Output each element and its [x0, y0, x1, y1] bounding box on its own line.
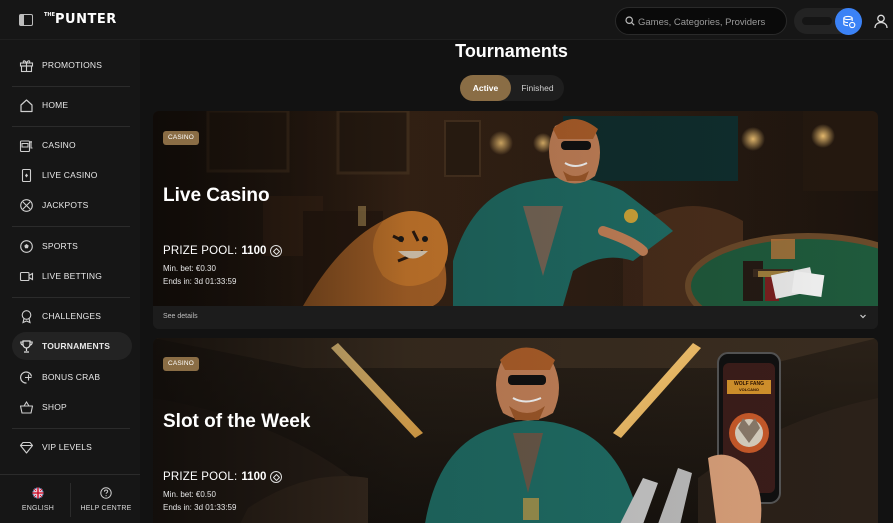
prize-pool: PRIZE POOL: 1100 — [163, 471, 283, 483]
sidebar-item-label: TOURNAMENTS — [42, 341, 111, 351]
home-icon — [18, 97, 34, 113]
see-details-link[interactable]: See details — [163, 313, 198, 320]
logo[interactable]: THEPUNTER — [44, 12, 117, 27]
logo-text: PUNTER — [55, 12, 117, 27]
sidebar-item-label: SHOP — [42, 402, 67, 412]
sidebar-item-label: JACKPOTS — [42, 200, 89, 210]
sidebar-footer: ENGLISH HELP CENTRE — [0, 474, 140, 523]
balance-value — [802, 17, 832, 25]
prize-pool-value: 1100 — [241, 245, 267, 257]
tournament-card-slot-of-the-week[interactable]: CASINO Slot of the Week PRIZE POOL: 1100… — [153, 338, 878, 523]
language-label: ENGLISH — [21, 505, 55, 512]
category-tag: CASINO — [163, 357, 199, 371]
diamond-icon — [18, 439, 34, 455]
ends-in: Ends in: 3d 01:33:59 — [163, 503, 237, 512]
slot-machine-icon — [18, 137, 34, 153]
prize-pool: PRIZE POOL: 1100 — [163, 245, 283, 257]
sidebar-item-live-betting[interactable]: LIVE BETTING — [12, 262, 132, 290]
divider — [12, 86, 130, 87]
top-bar: THEPUNTER — [0, 0, 893, 40]
category-tag: CASINO — [163, 131, 199, 145]
tournament-card-live-casino[interactable]: CASINO Live Casino PRIZE POOL: 1100 Min.… — [153, 111, 878, 329]
tab-active[interactable]: Active — [460, 75, 511, 101]
coin-icon — [270, 471, 283, 483]
tournament-status-tabs: Active Finished — [460, 75, 564, 101]
sidebar-item-sports[interactable]: SPORTS — [12, 232, 132, 260]
sidebar-item-live-casino[interactable]: LIVE CASINO — [12, 161, 132, 189]
sidebar-item-home[interactable]: HOME — [12, 91, 132, 119]
language-button[interactable]: ENGLISH — [4, 483, 72, 519]
help-label: HELP CENTRE — [80, 505, 132, 512]
min-bet: Min. bet: €0.30 — [163, 264, 216, 273]
sidebar-item-label: LIVE CASINO — [42, 170, 98, 180]
help-centre-button[interactable]: HELP CENTRE — [72, 483, 140, 519]
sidebar-item-label: BONUS CRAB — [42, 372, 101, 382]
jackpot-icon — [18, 197, 34, 213]
uk-flag-icon — [32, 487, 44, 499]
sidebar-item-casino[interactable]: CASINO — [12, 131, 132, 159]
divider — [12, 297, 130, 298]
sidebar-item-promotions[interactable]: PROMOTIONS — [12, 51, 132, 79]
wallet-button[interactable] — [835, 8, 862, 35]
ends-in: Ends in: 3d 01:33:59 — [163, 277, 237, 286]
live-casino-banner-image — [153, 111, 878, 306]
divider — [12, 126, 130, 127]
sidebar-toggle-icon[interactable] — [19, 14, 33, 26]
live-video-icon — [18, 268, 34, 284]
user-icon — [874, 14, 888, 28]
prize-pool-label: PRIZE POOL: — [163, 245, 238, 257]
chevron-down-icon[interactable] — [858, 311, 868, 321]
sidebar-item-vip-levels[interactable]: VIP LEVELS — [12, 433, 132, 461]
phone-game-subtitle: VOLCANO — [739, 387, 759, 392]
sidebar-item-label: LIVE BETTING — [42, 271, 103, 281]
tournament-title: Live Casino — [163, 185, 270, 206]
search-box[interactable] — [615, 7, 787, 35]
wallet-icon — [842, 15, 855, 28]
coin-icon — [270, 245, 283, 257]
sidebar-item-shop[interactable]: SHOP — [12, 393, 132, 421]
sidebar-item-label: SPORTS — [42, 241, 78, 251]
prize-pool-label: PRIZE POOL: — [163, 471, 238, 483]
search-icon — [625, 16, 635, 26]
divider — [12, 428, 130, 429]
main-content: Tournaments Active Finished CASINO Live … — [140, 40, 893, 523]
sidebar-item-label: VIP LEVELS — [42, 442, 93, 452]
sidebar-item-label: PROMOTIONS — [42, 60, 103, 70]
sidebar-item-bonus-crab[interactable]: BONUS CRAB — [12, 363, 132, 391]
sidebar-item-label: CASINO — [42, 140, 76, 150]
card-footer[interactable]: See details — [153, 306, 878, 329]
soccer-ball-icon — [18, 238, 34, 254]
divider — [12, 226, 130, 227]
sidebar-item-label: HOME — [42, 100, 69, 110]
min-bet: Min. bet: €0.50 — [163, 490, 216, 499]
help-icon — [100, 487, 112, 499]
logo-prefix: THE — [44, 12, 56, 18]
tournament-title: Slot of the Week — [163, 411, 311, 432]
tab-finished[interactable]: Finished — [511, 75, 564, 101]
user-account-button[interactable] — [870, 10, 892, 32]
basket-icon — [18, 399, 34, 415]
divider — [70, 483, 71, 517]
medal-icon — [18, 308, 34, 324]
sidebar: PROMOTIONS HOME CASINO LIVE CASINO JACKP… — [0, 40, 140, 523]
crab-icon — [18, 369, 34, 385]
search-input[interactable] — [638, 14, 783, 30]
gift-icon — [18, 57, 34, 73]
prize-pool-value: 1100 — [241, 471, 267, 483]
sidebar-item-challenges[interactable]: CHALLENGES — [12, 302, 132, 330]
sidebar-item-tournaments[interactable]: TOURNAMENTS — [12, 332, 132, 360]
trophy-icon — [18, 338, 34, 354]
page-title: Tournaments — [455, 41, 568, 61]
sidebar-item-label: CHALLENGES — [42, 311, 102, 321]
sidebar-item-jackpots[interactable]: JACKPOTS — [12, 191, 132, 219]
card-icon — [18, 167, 34, 183]
